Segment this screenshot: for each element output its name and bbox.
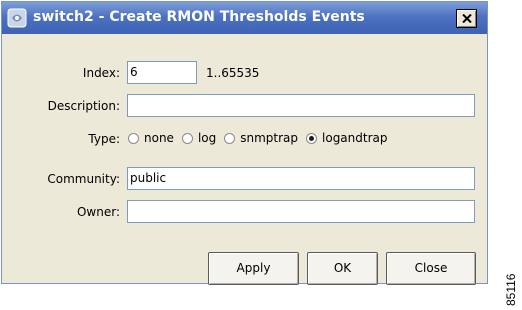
figure-code-text: 85116 [505, 273, 517, 306]
close-window-button[interactable] [456, 9, 477, 28]
close-button[interactable]: Close [386, 252, 476, 285]
type-radio-none-label: none [144, 131, 174, 145]
radio-unchecked-icon [128, 132, 139, 144]
figure-code: 85116 [505, 273, 517, 306]
type-radio-log[interactable]: log [181, 131, 217, 145]
ok-button[interactable]: OK [307, 252, 378, 285]
index-input[interactable]: 6 [127, 61, 197, 84]
type-radio-snmptrap[interactable]: snmptrap [224, 131, 298, 145]
type-radio-group: none log snmptrap logandtrap [128, 131, 396, 145]
dialog-window: switch2 - Create RMON Thresholds Events … [1, 1, 488, 285]
radio-unchecked-icon [224, 132, 236, 144]
community-label: Community: [47, 172, 120, 186]
radio-unchecked-icon [181, 132, 193, 144]
type-label: Type: [88, 132, 120, 146]
type-radio-logandtrap-label: logandtrap [322, 131, 388, 145]
owner-label: Owner: [76, 205, 120, 219]
description-input[interactable] [127, 94, 475, 117]
community-input[interactable]: public [127, 167, 475, 190]
index-label: Index: [82, 66, 120, 80]
type-radio-logandtrap[interactable]: logandtrap [306, 131, 388, 145]
type-radio-none[interactable]: none [128, 131, 174, 145]
window-title: switch2 - Create RMON Thresholds Events [33, 9, 365, 25]
close-x-icon [462, 14, 472, 23]
title-bar[interactable]: switch2 - Create RMON Thresholds Events [2, 2, 487, 34]
type-radio-snmptrap-label: snmptrap [240, 131, 299, 145]
description-label: Description: [47, 99, 120, 113]
apply-button[interactable]: Apply [208, 252, 299, 285]
type-radio-log-label: log [197, 131, 217, 145]
owner-input[interactable] [127, 200, 475, 223]
app-icon [7, 8, 27, 28]
index-range-hint: 1..65535 [206, 66, 260, 80]
radio-checked-icon [306, 132, 318, 144]
